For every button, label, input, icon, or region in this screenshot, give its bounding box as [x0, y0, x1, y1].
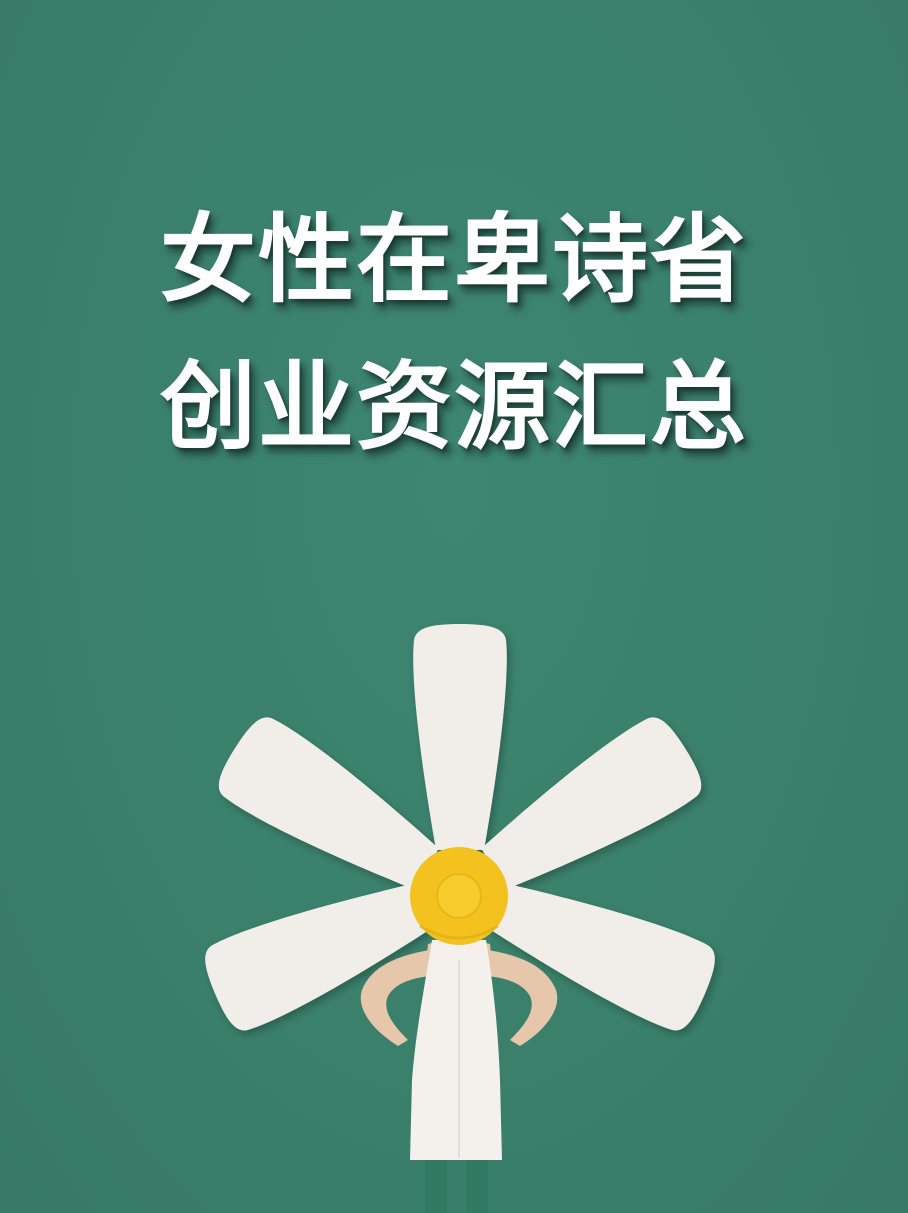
flower-woman-illustration	[205, 624, 715, 1213]
flower-petal	[481, 717, 702, 890]
legs	[425, 1158, 447, 1213]
flower-petal	[205, 883, 433, 1031]
flower-petal	[413, 624, 507, 850]
flower-petal	[487, 883, 715, 1031]
poster: 女性在卑诗省 创业资源汇总	[0, 0, 908, 1213]
legs	[466, 1158, 488, 1213]
